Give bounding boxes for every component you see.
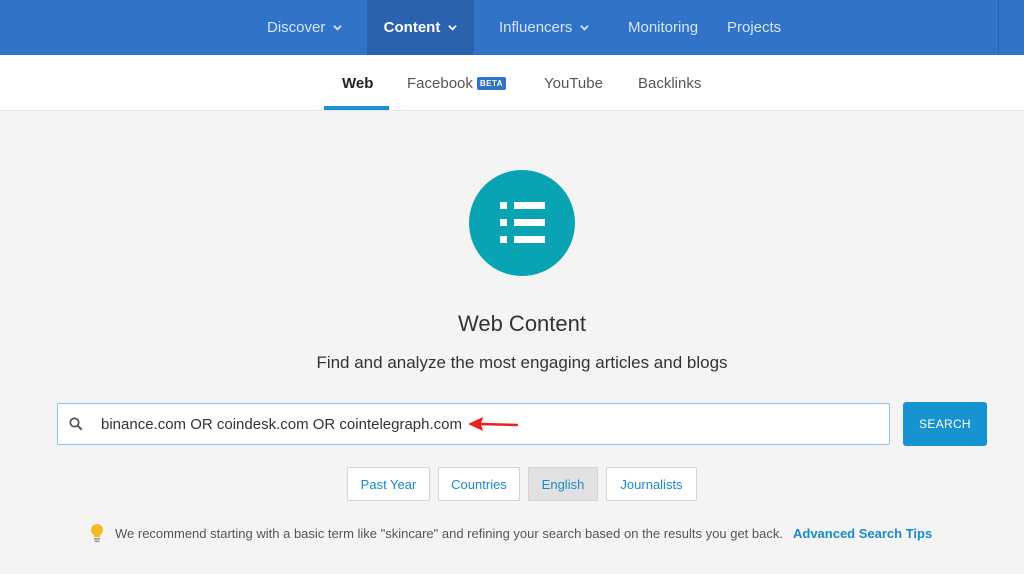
nav-discover-label: Discover — [267, 19, 326, 36]
nav-influencers[interactable]: Influencers — [499, 0, 590, 55]
page-subtitle: Find and analyze the most engaging artic… — [316, 353, 728, 372]
tab-youtube-label: YouTube — [544, 74, 603, 92]
search-button[interactable]: SEARCH — [903, 402, 987, 446]
nav-divider — [998, 0, 999, 55]
tab-backlinks-label: Backlinks — [638, 74, 702, 92]
filter-journalists[interactable]: Journalists — [606, 467, 697, 501]
nav-monitoring[interactable]: Monitoring — [628, 0, 698, 55]
advanced-search-tips-link[interactable]: Advanced Search Tips — [793, 526, 932, 541]
lightbulb-icon — [90, 523, 104, 543]
beta-badge: BETA — [476, 76, 507, 90]
tab-web[interactable]: Web — [342, 55, 373, 111]
search-query-text: binance.com OR coindesk.com OR cointeleg… — [101, 416, 462, 433]
tab-backlinks[interactable]: Backlinks — [638, 55, 701, 111]
tip-text: We recommend starting with a basic term … — [115, 525, 783, 541]
nav-monitoring-label: Monitoring — [628, 19, 699, 36]
nav-discover[interactable]: Discover — [267, 0, 343, 55]
active-tab-indicator — [324, 106, 389, 110]
tab-youtube[interactable]: YouTube — [544, 55, 603, 111]
annotation-arrow-icon — [468, 417, 519, 431]
nav-content-label: Content — [383, 19, 441, 36]
filter-past-year[interactable]: Past Year — [347, 467, 430, 501]
filter-countries[interactable]: Countries — [438, 467, 520, 501]
tab-facebook[interactable]: Facebook BETA — [407, 55, 507, 111]
search-icon — [69, 417, 83, 436]
list-icon — [469, 170, 575, 276]
chevron-down-icon — [333, 23, 343, 32]
top-navigation: Discover Content Influencers Monitoring … — [0, 0, 1024, 55]
tab-facebook-label: Facebook — [407, 74, 473, 92]
chevron-down-icon — [580, 23, 590, 32]
nav-projects-label: Projects — [727, 19, 782, 36]
nav-projects[interactable]: Projects — [727, 0, 781, 55]
content-type-tabs: Web Facebook BETA YouTube Backlinks — [0, 55, 1024, 111]
nav-content[interactable]: Content — [367, 0, 474, 55]
nav-influencers-label: Influencers — [499, 19, 573, 36]
search-tip: We recommend starting with a basic term … — [90, 523, 932, 543]
page-title: Web Content — [457, 311, 586, 336]
chevron-down-icon — [448, 23, 458, 32]
tab-web-label: Web — [342, 74, 374, 92]
filter-language[interactable]: English — [528, 467, 598, 501]
